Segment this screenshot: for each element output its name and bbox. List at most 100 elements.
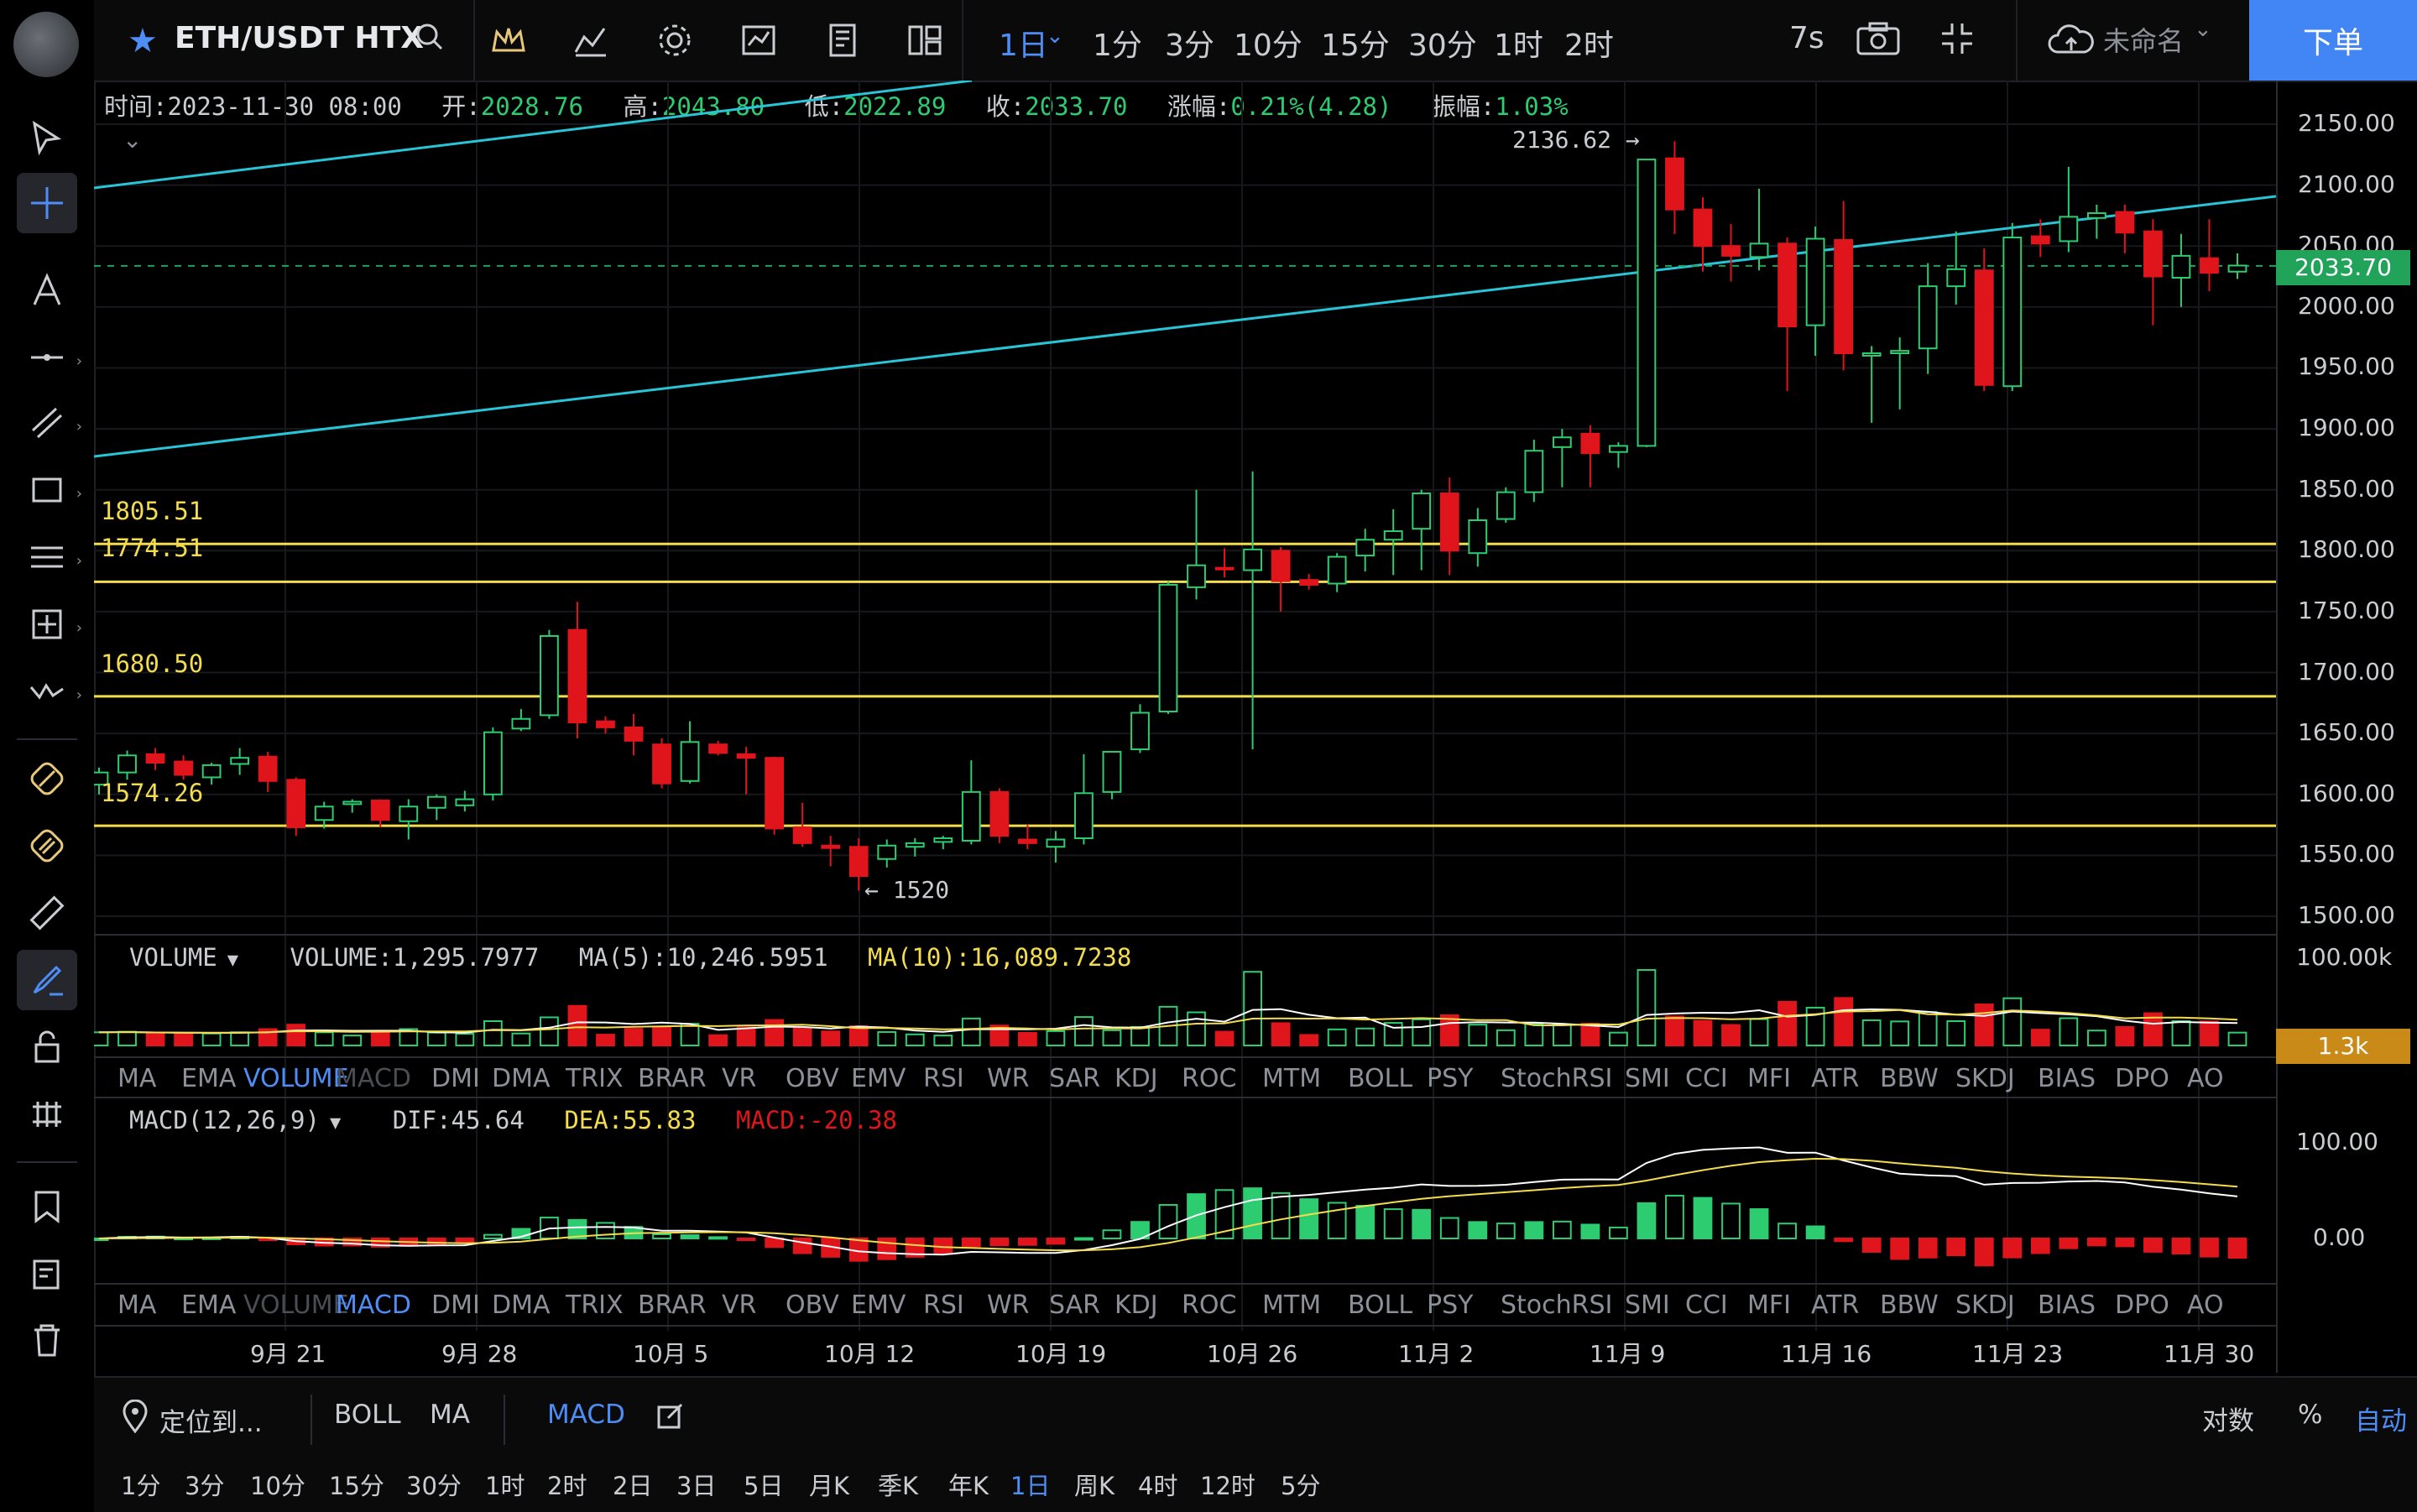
period-option[interactable]: 4时 bbox=[1138, 1467, 1177, 1502]
fullscreen-icon[interactable] bbox=[1937, 18, 1977, 62]
indicator-tab-ao[interactable]: AO bbox=[2187, 1064, 2224, 1093]
parallel-line-icon[interactable]: › bbox=[17, 393, 82, 453]
period-option[interactable]: 2日 bbox=[613, 1467, 652, 1502]
wave-tool-icon[interactable]: › bbox=[17, 661, 82, 722]
chevron-down-icon[interactable]: ⌄ bbox=[1046, 23, 1064, 49]
indicator-tab-ema[interactable]: EMA bbox=[181, 1064, 236, 1093]
interval-2h[interactable]: 2时 bbox=[1564, 21, 1614, 65]
indicator-tab-bias[interactable]: BIAS bbox=[2038, 1064, 2096, 1093]
indicator-tab-dma[interactable]: DMA bbox=[492, 1290, 551, 1320]
indicator-tab-trix[interactable]: TRIX bbox=[566, 1064, 624, 1093]
macd-name[interactable]: MACD(12,26,9) bbox=[129, 1106, 320, 1134]
account-label[interactable]: 未命名 bbox=[2103, 20, 2184, 59]
indicator-tab-psy[interactable]: PSY bbox=[1427, 1064, 1473, 1093]
indicator-tab-kdj[interactable]: KDJ bbox=[1115, 1290, 1158, 1320]
indicator-tab-emv[interactable]: EMV bbox=[851, 1064, 906, 1093]
indicator-tab-dma[interactable]: DMA bbox=[492, 1064, 551, 1093]
symbol-name[interactable]: ETH/USDT HTX bbox=[175, 21, 424, 55]
crown-icon[interactable] bbox=[488, 20, 529, 64]
indicator-tab-ma[interactable]: MA bbox=[117, 1290, 156, 1320]
period-option[interactable]: 30分 bbox=[406, 1467, 462, 1502]
price-chart[interactable] bbox=[94, 81, 2276, 1373]
indicator-tab-boll[interactable]: BOLL bbox=[1348, 1290, 1412, 1320]
period-option[interactable]: 2时 bbox=[547, 1467, 587, 1502]
interval-3min[interactable]: 3分 bbox=[1165, 21, 1214, 65]
period-option[interactable]: 1日 bbox=[1010, 1467, 1050, 1502]
locate-button[interactable]: 定位到... bbox=[159, 1401, 263, 1439]
period-option[interactable]: 1时 bbox=[485, 1467, 525, 1502]
interval-active[interactable]: 1日 bbox=[999, 21, 1048, 65]
indicator-tab-roc[interactable]: ROC bbox=[1182, 1290, 1236, 1320]
indicator-tab-mtm[interactable]: MTM bbox=[1262, 1290, 1321, 1320]
order-button[interactable]: 下单 bbox=[2249, 0, 2417, 81]
indicator-tab-sar[interactable]: SAR bbox=[1049, 1064, 1100, 1093]
chevron-down-icon[interactable]: ⌄ bbox=[2194, 17, 2212, 42]
indicator-tab-volume[interactable]: VOLUME bbox=[243, 1290, 349, 1320]
ma-toggle[interactable]: MA bbox=[430, 1400, 470, 1430]
settings-gear-icon[interactable] bbox=[655, 20, 695, 64]
indicator-tab-sar[interactable]: SAR bbox=[1049, 1290, 1100, 1320]
camera-icon[interactable] bbox=[1855, 18, 1902, 62]
indicator-tab-wr[interactable]: WR bbox=[987, 1290, 1030, 1320]
line-tool-icon[interactable]: › bbox=[17, 327, 82, 388]
indicator-tab-ao[interactable]: AO bbox=[2187, 1290, 2224, 1320]
indicator-tab-smi[interactable]: SMI bbox=[1625, 1290, 1670, 1320]
ruler-icon[interactable] bbox=[17, 883, 77, 943]
indicator-tab-dpo[interactable]: DPO bbox=[2115, 1064, 2169, 1093]
indicator-tab-cci[interactable]: CCI bbox=[1685, 1064, 1728, 1093]
indicator-tab-wr[interactable]: WR bbox=[987, 1064, 1030, 1093]
period-option[interactable]: 5日 bbox=[744, 1467, 783, 1502]
indicator-tab-dmi[interactable]: DMI bbox=[431, 1064, 480, 1093]
period-option[interactable]: 年K bbox=[948, 1467, 989, 1502]
period-option[interactable]: 10分 bbox=[250, 1467, 305, 1502]
interval-1h[interactable]: 1时 bbox=[1494, 21, 1543, 65]
indicator-tab-bias[interactable]: BIAS bbox=[2038, 1290, 2096, 1320]
indicators-icon[interactable] bbox=[571, 20, 611, 64]
percent-scale-toggle[interactable]: % bbox=[2298, 1400, 2322, 1430]
template-icon[interactable] bbox=[822, 20, 863, 64]
indicator-tab-atr[interactable]: ATR bbox=[1811, 1064, 1859, 1093]
period-option[interactable]: 12时 bbox=[1200, 1467, 1255, 1502]
auto-scale-toggle[interactable]: 自动 bbox=[2355, 1400, 2407, 1437]
indicator-tab-mfi[interactable]: MFI bbox=[1747, 1290, 1791, 1320]
indicator-tab-brar[interactable]: BRAR bbox=[638, 1064, 707, 1093]
indicator-tab-dmi[interactable]: DMI bbox=[431, 1290, 480, 1320]
indicator-tab-stochrsi[interactable]: StochRSI bbox=[1501, 1064, 1612, 1093]
indicator-tab-bbw[interactable]: BBW bbox=[1880, 1064, 1939, 1093]
macd-toggle[interactable]: MACD bbox=[547, 1400, 625, 1430]
chart-type-icon[interactable] bbox=[739, 20, 779, 64]
location-pin-icon[interactable] bbox=[121, 1399, 149, 1436]
trash-icon[interactable] bbox=[17, 1311, 77, 1371]
interval-15min[interactable]: 15分 bbox=[1321, 21, 1390, 65]
indicator-tab-skdj[interactable]: SKDJ bbox=[1955, 1064, 2015, 1093]
indicator-tab-rsi[interactable]: RSI bbox=[923, 1290, 964, 1320]
indicator-tab-roc[interactable]: ROC bbox=[1182, 1064, 1236, 1093]
period-option[interactable]: 月K bbox=[809, 1467, 849, 1502]
text-tool-icon[interactable] bbox=[17, 260, 77, 321]
rectangle-tool-icon[interactable]: › bbox=[17, 460, 82, 520]
magnet-icon[interactable] bbox=[17, 748, 77, 809]
interval-10min[interactable]: 10分 bbox=[1234, 21, 1302, 65]
boll-toggle[interactable]: BOLL bbox=[334, 1400, 401, 1430]
cursor-arrow-icon[interactable] bbox=[17, 107, 77, 168]
period-option[interactable]: 周K bbox=[1074, 1467, 1115, 1502]
indicator-tab-kdj[interactable]: KDJ bbox=[1115, 1064, 1158, 1093]
period-option[interactable]: 季K bbox=[878, 1467, 918, 1502]
log-scale-toggle[interactable]: 对数 bbox=[2202, 1400, 2254, 1437]
period-option[interactable]: 3分 bbox=[185, 1467, 224, 1502]
interval-1min[interactable]: 1分 bbox=[1093, 21, 1142, 65]
indicator-tab-macd[interactable]: MACD bbox=[336, 1290, 411, 1320]
layout-icon[interactable] bbox=[905, 20, 945, 64]
lock-icon[interactable] bbox=[17, 1017, 77, 1077]
indicator-tab-vr[interactable]: VR bbox=[722, 1064, 756, 1093]
indicator-tab-smi[interactable]: SMI bbox=[1625, 1064, 1670, 1093]
interval-30min[interactable]: 30分 bbox=[1408, 21, 1477, 65]
indicator-tab-emv[interactable]: EMV bbox=[851, 1290, 906, 1320]
caret-down-icon[interactable]: ▼ bbox=[330, 1113, 341, 1134]
indicator-tab-obv[interactable]: OBV bbox=[786, 1064, 839, 1093]
indicator-tab-volume[interactable]: VOLUME bbox=[243, 1064, 349, 1093]
period-option[interactable]: 1分 bbox=[121, 1467, 160, 1502]
indicator-tab-psy[interactable]: PSY bbox=[1427, 1290, 1473, 1320]
indicator-tab-mfi[interactable]: MFI bbox=[1747, 1064, 1791, 1093]
indicator-tab-cci[interactable]: CCI bbox=[1685, 1290, 1728, 1320]
